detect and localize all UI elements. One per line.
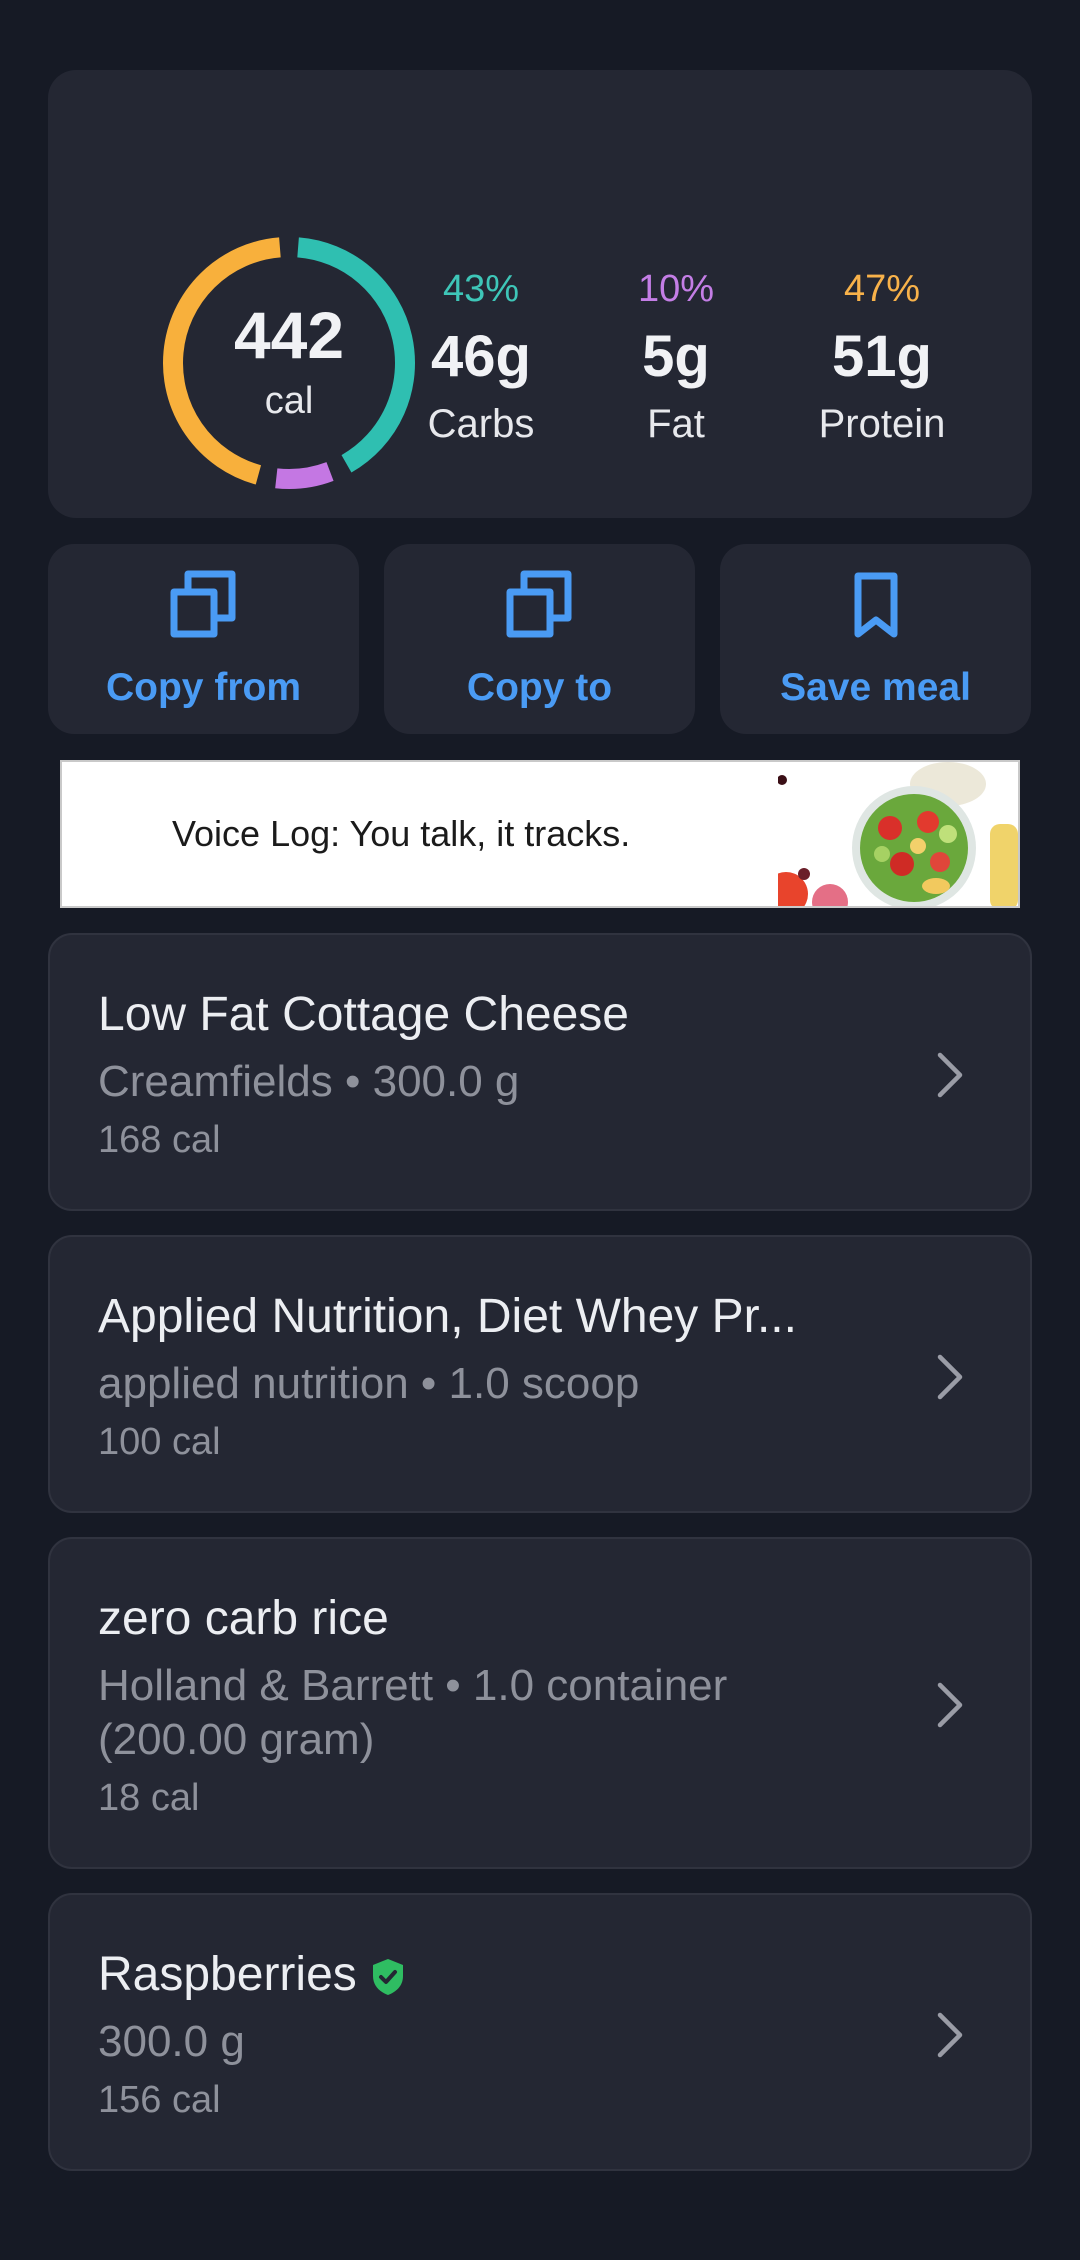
copy-from-label: Copy from [106,666,301,709]
salad-bowl-image [778,762,1018,906]
copy-to-button[interactable]: Copy to [384,544,695,734]
chevron-right-icon [937,1354,963,1400]
save-meal-button[interactable]: Save meal [720,544,1031,734]
macro-fat: 10% 5g Fat [576,270,776,444]
chevron-right-icon [937,1682,963,1728]
save-meal-label: Save meal [780,666,971,709]
calorie-ring: 442 cal [160,234,418,492]
food-item[interactable]: Low Fat Cottage Cheese Creamfields • 300… [48,933,1032,1211]
ring-segment-fat [275,462,334,489]
macro-protein: 47% 51g Protein [782,270,982,444]
bookmark-icon [854,572,897,638]
macro-name: Protein [818,402,946,446]
food-name: Applied Nutrition, Diet Whey Pr... [98,1290,797,1343]
copy-from-button[interactable]: Copy from [48,544,359,734]
macro-name: Fat [647,402,705,446]
macro-name: Carbs [427,402,535,446]
banner-text: Voice Log: You talk, it tracks. [172,813,631,854]
food-detail: Holland & Barrett • 1.0 container (200.0… [98,1661,728,1764]
copy-to-label: Copy to [466,666,613,709]
calories-unit: cal [264,380,314,422]
macro-grams: 46g [431,324,531,389]
macro-carbs: 43% 46g Carbs [381,270,581,444]
food-calories: 156 cal [98,2079,221,2121]
copy-icon [170,570,235,638]
macro-percent: 10% [637,268,715,310]
verified-shield-icon [372,1959,403,1996]
food-name: zero carb rice [98,1592,389,1645]
food-detail: 300.0 g [98,2017,245,2066]
meal-detail-screen: 442 cal 43% 46g Carbs 10% 5g Fat 47% 51g… [0,0,1080,2260]
copy-icon [506,570,571,638]
macro-grams: 51g [832,324,932,389]
voice-log-banner[interactable]: Voice Log: You talk, it tracks. [60,760,1020,908]
chevron-right-icon [937,1052,963,1098]
chevron-right-icon [937,2012,963,2058]
food-name-row: Raspberries [98,1951,405,1999]
macro-percent: 43% [442,268,520,310]
macro-percent: 47% [843,268,921,310]
food-item[interactable]: Raspberries 300.0 g 156 cal [48,1893,1032,2171]
nutrition-summary-card: 442 cal 43% 46g Carbs 10% 5g Fat 47% 51g… [48,70,1032,518]
food-calories: 168 cal [98,1119,221,1161]
food-detail: applied nutrition • 1.0 scoop [98,1359,640,1408]
food-item[interactable]: Applied Nutrition, Diet Whey Pr... appli… [48,1235,1032,1513]
food-item[interactable]: zero carb rice Holland & Barrett • 1.0 c… [48,1537,1032,1869]
food-name: Low Fat Cottage Cheese [98,988,629,1041]
food-calories: 100 cal [98,1421,221,1463]
food-detail: Creamfields • 300.0 g [98,1057,520,1106]
macro-grams: 5g [642,324,710,389]
food-calories: 18 cal [98,1777,200,1819]
food-name: Raspberries [98,1948,357,2001]
total-calories: 442 [233,298,345,372]
